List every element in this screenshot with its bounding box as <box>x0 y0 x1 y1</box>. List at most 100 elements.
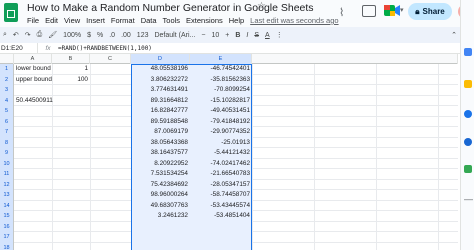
collapse-toolbar-icon[interactable]: ⌃ <box>448 31 460 39</box>
column-header-e[interactable]: E <box>190 54 252 64</box>
print-icon[interactable]: ⎙ <box>34 31 46 39</box>
cell-e[interactable] <box>190 221 252 232</box>
font-select[interactable]: Default (Ari... <box>151 32 198 39</box>
cell-b[interactable] <box>52 180 88 191</box>
cell-b[interactable] <box>52 243 88 250</box>
sheets-logo-icon[interactable] <box>4 3 18 22</box>
redo-icon[interactable]: ↷ <box>22 31 34 39</box>
cell-d[interactable]: 8.20922952 <box>131 158 190 169</box>
cell-d[interactable]: 16.82842777 <box>131 106 190 117</box>
cell-d[interactable]: 3.806232272 <box>131 74 190 85</box>
cell-d[interactable]: 89.31664812 <box>131 95 190 106</box>
meet-dropdown-icon[interactable]: ▾ <box>400 6 404 14</box>
font-size-decrease-button[interactable]: − <box>198 32 208 39</box>
cell-b[interactable] <box>52 138 88 149</box>
search-menus-icon[interactable]: ⌕ <box>0 31 10 39</box>
cell-d[interactable]: 49.68307763 <box>131 200 190 211</box>
percent-format-button[interactable]: % <box>94 32 106 39</box>
cell-b[interactable] <box>52 169 88 180</box>
column-header-d[interactable]: D <box>131 54 190 64</box>
column-header-c[interactable]: C <box>90 54 131 64</box>
cell-d[interactable]: 98.96000264 <box>131 190 190 201</box>
maps-icon[interactable] <box>464 165 472 173</box>
document-title[interactable]: How to Make a Random Number Generator in… <box>27 2 314 14</box>
font-size-input[interactable]: 10 <box>208 32 222 39</box>
cell-e[interactable]: -74.02417462 <box>190 158 252 169</box>
undo-icon[interactable]: ↶ <box>10 31 22 39</box>
currency-format-button[interactable]: $ <box>84 32 94 39</box>
column-header-f[interactable] <box>252 54 458 64</box>
meet-icon[interactable] <box>384 4 400 17</box>
tasks-icon[interactable] <box>464 110 472 118</box>
italic-button[interactable]: I <box>243 32 251 39</box>
cell-d[interactable] <box>131 221 190 232</box>
share-button[interactable]: 🔒︎ Share <box>408 3 452 20</box>
cell-b[interactable] <box>52 117 88 128</box>
cell-b[interactable] <box>52 232 88 243</box>
cell-d[interactable]: 3.774631491 <box>131 85 190 96</box>
cell-d[interactable]: 38.05643368 <box>131 137 190 148</box>
cell-b[interactable] <box>52 148 88 159</box>
cell-b[interactable]: 1 <box>52 64 88 75</box>
cell-d[interactable]: 75.42384692 <box>131 179 190 190</box>
cell-e[interactable] <box>190 242 252 250</box>
cell-e[interactable]: -79.41848192 <box>190 116 252 127</box>
strikethrough-button[interactable]: S <box>251 32 262 39</box>
cell-e[interactable]: -5.44121432 <box>190 148 252 159</box>
paint-format-icon[interactable]: 🖌︎ <box>45 31 60 39</box>
font-size-increase-button[interactable]: + <box>222 32 232 39</box>
cell-e[interactable]: -46.74542401 <box>190 64 252 75</box>
cell-d[interactable]: 7.531534254 <box>131 169 190 180</box>
column-header-b[interactable]: B <box>52 54 90 64</box>
add-on-icon[interactable]: — <box>464 195 473 204</box>
cell-b[interactable] <box>52 127 88 138</box>
calendar-icon[interactable] <box>464 48 472 56</box>
column-header-a[interactable]: A <box>14 54 52 64</box>
cell-b[interactable] <box>52 106 88 117</box>
cell-d[interactable]: 38.16437577 <box>131 148 190 159</box>
increase-decimal-button[interactable]: .00 <box>118 32 134 39</box>
contacts-icon[interactable] <box>464 138 472 146</box>
cell-d[interactable]: 48.05538196 <box>131 64 190 75</box>
cell-e[interactable]: -28.05347157 <box>190 179 252 190</box>
cell-d[interactable]: 89.59188548 <box>131 116 190 127</box>
number-format-button[interactable]: 123 <box>134 32 152 39</box>
comment-icon[interactable] <box>362 5 376 17</box>
cell-a[interactable]: lower bound <box>16 64 51 75</box>
cell-d[interactable] <box>131 232 190 243</box>
cell-e[interactable]: -49.40531451 <box>190 106 252 117</box>
formula-input[interactable]: =RAND()+RANDBETWEEN(1,100) <box>58 45 152 52</box>
cell-e[interactable]: -35.81562363 <box>190 74 252 85</box>
cell-b[interactable] <box>52 85 88 96</box>
spreadsheet-grid[interactable]: A B C D E 1 lower bound 1 48.05538196 -46.74… <box>0 54 458 250</box>
cell-b[interactable] <box>52 211 88 222</box>
cell-e[interactable]: -15.10282817 <box>190 95 252 106</box>
star-icon[interactable]: ☆ <box>257 1 266 12</box>
cell-e[interactable] <box>190 232 252 243</box>
decrease-decimal-button[interactable]: .0 <box>106 32 118 39</box>
cell-e[interactable]: -70.8099254 <box>190 85 252 96</box>
more-options-icon[interactable]: ⋮ <box>273 31 286 39</box>
keep-icon[interactable] <box>464 80 472 88</box>
cell-a[interactable]: 50.44500911 <box>16 96 53 107</box>
cell-b[interactable] <box>52 201 88 212</box>
cell-e[interactable]: -29.90774352 <box>190 127 252 138</box>
cell-e[interactable]: -58.74458707 <box>190 190 252 201</box>
cell-b[interactable] <box>52 190 88 201</box>
cell-b[interactable] <box>52 96 88 107</box>
name-box[interactable]: D1:E20 <box>0 43 38 53</box>
cell-e[interactable]: -21.66540783 <box>190 169 252 180</box>
cell-d[interactable] <box>131 242 190 250</box>
cell-e[interactable]: -25.01913 <box>190 137 252 148</box>
cell-e[interactable]: -53.4851404 <box>190 211 252 222</box>
cell-a[interactable]: upper bound <box>16 75 52 86</box>
cell-e[interactable]: -53.43445574 <box>190 200 252 211</box>
activity-trend-icon[interactable]: ⌇ <box>339 6 344 19</box>
select-all-corner[interactable] <box>0 54 14 64</box>
bold-button[interactable]: B <box>232 32 243 39</box>
cell-d[interactable]: 3.2461232 <box>131 211 190 222</box>
text-color-button[interactable]: A <box>262 32 273 39</box>
cell-b[interactable] <box>52 159 88 170</box>
zoom-select[interactable]: 100% <box>60 32 84 39</box>
cell-d[interactable]: 87.0069179 <box>131 127 190 138</box>
